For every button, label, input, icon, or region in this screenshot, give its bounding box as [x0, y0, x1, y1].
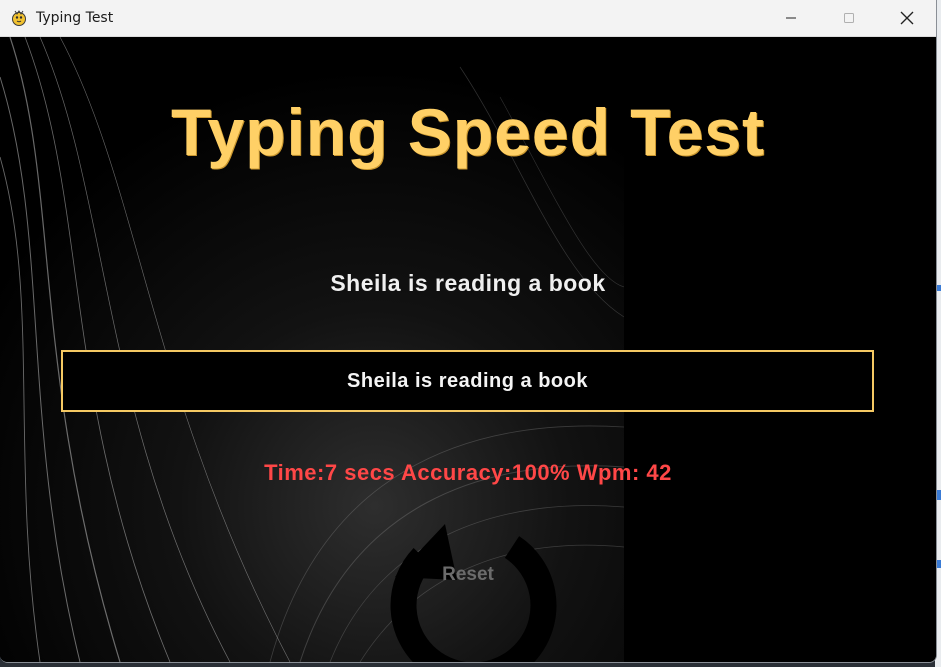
app-window: Typing Test Typing Speed Test Sheila is …	[0, 0, 937, 663]
title-bar[interactable]: Typing Test	[0, 0, 936, 37]
target-sentence: Sheila is reading a book	[330, 270, 606, 296]
page-title: Typing Speed Test	[171, 95, 765, 169]
pygame-icon	[10, 9, 28, 27]
maximize-icon	[844, 13, 854, 23]
typed-text: Sheila is reading a book	[347, 369, 588, 392]
minimize-button[interactable]	[762, 0, 820, 36]
close-icon	[900, 11, 914, 25]
game-canvas: Typing Speed Test Sheila is reading a bo…	[0, 37, 936, 662]
results-text: Time:7 secs Accuracy:100% Wpm: 42	[264, 460, 672, 485]
close-button[interactable]	[878, 0, 936, 36]
minimize-icon	[786, 17, 796, 19]
window-controls	[762, 0, 936, 36]
window-title: Typing Test	[36, 10, 114, 26]
reset-button[interactable]: Reset	[418, 564, 518, 586]
maximize-button[interactable]	[820, 0, 878, 36]
typing-input[interactable]: Sheila is reading a book	[61, 350, 874, 412]
